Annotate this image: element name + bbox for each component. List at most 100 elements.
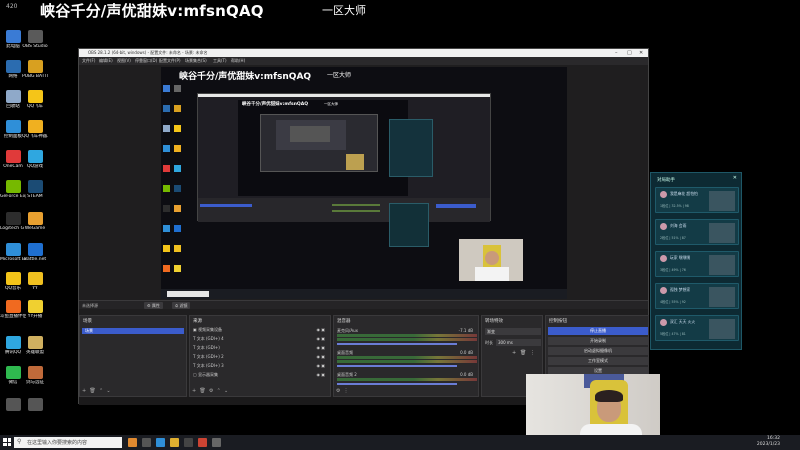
menu-profile[interactable]: 配置文件(P)	[159, 58, 181, 64]
desktop-icon[interactable]: QQ飞车神器工具	[22, 120, 48, 139]
assistant-card[interactable]: 玩家 嘿嘿嘿 3段位 | 49% | 76	[655, 251, 739, 277]
visibility-icon[interactable]: ◉ ▣	[316, 354, 325, 360]
chevron-down-icon[interactable]: ⌄	[224, 388, 228, 394]
chevron-down-icon[interactable]: ⌄	[106, 388, 110, 394]
source-item[interactable]: ▣ 视频采集设备 ◉ ▣	[193, 327, 329, 333]
close-icon[interactable]: ✕	[733, 175, 737, 181]
assistant-card[interactable]: 孤独 梦想家 4段位 | 55% | 92	[655, 283, 739, 309]
app-icon	[27, 336, 43, 349]
chevron-up-icon[interactable]: ⌃	[99, 388, 103, 394]
menu-view[interactable]: 视图(V)	[117, 58, 131, 64]
source-item[interactable]: T 文本 (GDI+) 3 ◉ ▣	[193, 363, 329, 369]
source-item[interactable]: ▢ 显示器采集 ◉ ▣	[193, 372, 329, 378]
menu-tools[interactable]: 工具(T)	[213, 58, 227, 64]
add-icon[interactable]: +	[512, 350, 516, 356]
obs-preview[interactable]: 峡谷千分/声优甜妹v:mfsnQAQ 一区大师 峡谷千分/声优甜妹v:mfsnQ…	[161, 67, 567, 299]
desktop-icon[interactable]: YY	[22, 272, 48, 291]
scene-item-0[interactable]: 场景	[82, 328, 184, 334]
desktop-icon[interactable]: 剑与远征	[22, 366, 48, 385]
trash-icon[interactable]: 🗑	[199, 388, 205, 394]
assistant-card[interactable]: 我是麻花 超怕怕 1段位 | 32.5% | 98	[655, 187, 739, 213]
add-icon[interactable]: +	[82, 388, 86, 394]
obs-window[interactable]: OBS 28.1.2 (64-bit, windows) - 配置文件: 未命名…	[78, 48, 649, 405]
maximize-icon[interactable]: □	[627, 50, 632, 56]
visibility-icon[interactable]: ◉ ▣	[316, 336, 325, 342]
gear-icon[interactable]: ⚙	[209, 388, 213, 394]
app-icon	[27, 120, 43, 133]
app-icon[interactable]	[212, 438, 221, 447]
gear-icon: ⚙	[147, 303, 151, 308]
chevron-up-icon[interactable]: ⌃	[217, 388, 221, 394]
source-item[interactable]: T 文本 (GDI+) 2 ◉ ▣	[193, 354, 329, 360]
desktop-icon[interactable]	[22, 398, 48, 412]
gear-icon[interactable]: ⚙	[336, 388, 340, 394]
add-icon[interactable]: +	[192, 388, 196, 394]
app-icon	[27, 150, 43, 163]
source-item[interactable]: T 文本 (GDI+) ◉ ▣	[193, 345, 329, 351]
volume-slider[interactable]	[337, 383, 457, 385]
app-icon	[5, 398, 21, 411]
app-icon[interactable]	[128, 438, 137, 447]
trash-icon[interactable]: 🗑	[520, 350, 526, 356]
transition-type-select[interactable]: 渐变	[485, 328, 541, 335]
duration-input[interactable]: 300 ms	[496, 339, 541, 346]
assistant-card[interactable]: 双汇 天天 火火 5段位 | 47% | 81	[655, 315, 739, 341]
source-item[interactable]: T 文本 (GDI+) 4 ◉ ▣	[193, 336, 329, 342]
more-icon[interactable]: ⋮	[530, 350, 535, 356]
desktop-icon[interactable]: WeGame	[22, 212, 48, 231]
folder-icon[interactable]	[170, 438, 179, 447]
assistant-card[interactable]: 刘海 会雨 2段位 | 51% | 87	[655, 219, 739, 245]
scenes-toolbar: + 🗑 ⌃ ⌄	[82, 388, 111, 394]
start-recording-button[interactable]: 开始录制	[548, 337, 648, 345]
visibility-icon[interactable]: ◉ ▣	[316, 372, 325, 378]
taskbar-clock[interactable]: 16:32 2023/1/23	[757, 436, 780, 448]
menu-file[interactable]: 文件(F)	[82, 58, 95, 64]
studio-mode-button[interactable]: 工作室模式	[548, 357, 648, 365]
taskbar-search[interactable]: ⚲ 在这里输入你要搜索的内容	[14, 437, 122, 448]
edge-icon[interactable]	[156, 438, 165, 447]
desktop-icon-label: PUBG BATTLEGR...	[22, 74, 48, 79]
visibility-icon[interactable]: ◉ ▣	[316, 363, 325, 369]
desktop-icon[interactable]: Battle.net	[22, 243, 48, 262]
windows-start-icon[interactable]	[3, 438, 11, 446]
menu-help[interactable]: 帮助(H)	[231, 58, 245, 64]
task-view-icon[interactable]	[142, 438, 151, 447]
app-icon	[27, 366, 43, 379]
nested-desktop-icon	[174, 205, 181, 212]
app-icon[interactable]	[198, 438, 207, 447]
desktop-icon[interactable]: QQ飞车	[22, 90, 48, 109]
filters-button[interactable]: ⛭ 滤镜	[172, 302, 191, 309]
virtual-camera-button[interactable]: 启动虚拟摄像机	[548, 347, 648, 355]
obs-titlebar[interactable]: OBS 28.1.2 (64-bit, windows) - 配置文件: 未命名…	[79, 49, 648, 57]
obs-icon[interactable]	[184, 438, 193, 447]
minimize-icon[interactable]: –	[615, 50, 618, 56]
visibility-icon[interactable]: ◉ ▣	[316, 345, 325, 351]
mixer-channel-name: 桌面音频	[337, 350, 353, 355]
volume-slider[interactable]	[337, 343, 457, 345]
source-item-label: 文本 (GDI+)	[196, 345, 220, 350]
desktop-icon-label: WeGame	[24, 226, 46, 231]
match-assistant-panel[interactable]: 对局助手 ✕ 我是麻花 超怕怕 1段位 | 32.5% | 98 刘海 会雨 2段位 …	[650, 172, 742, 350]
menu-docks[interactable]: 停靠窗口(D)	[135, 58, 157, 64]
nested-desktop-icon	[174, 165, 181, 172]
desktop-icon[interactable]: OBS Studio	[22, 30, 48, 49]
menu-scene-collection[interactable]: 场景集合(S)	[185, 58, 207, 64]
app-icon	[27, 90, 43, 103]
close-icon[interactable]: ✕	[639, 50, 643, 56]
menu-edit[interactable]: 编辑(E)	[99, 58, 113, 64]
more-icon[interactable]: ⋮	[344, 388, 349, 394]
preview-overlay-subtitle: 一区大师	[327, 72, 352, 79]
desktop-icon[interactable]: PUBG BATTLEGR...	[22, 60, 48, 79]
desktop-icon[interactable]: STEAM	[22, 180, 48, 199]
stop-streaming-button[interactable]: 停止直播	[548, 327, 648, 335]
desktop-icon[interactable]: YY开播	[22, 300, 48, 319]
app-icon	[27, 212, 43, 225]
desktop-icon[interactable]: QQ游戏	[22, 150, 48, 169]
volume-slider[interactable]	[337, 365, 457, 367]
desktop-icon[interactable]: 英雄联盟	[22, 336, 48, 355]
nested-desktop-icon	[163, 85, 170, 92]
visibility-icon[interactable]: ◉ ▣	[316, 327, 325, 333]
trash-icon[interactable]: 🗑	[89, 388, 95, 394]
properties-button[interactable]: ⚙ 属性	[144, 302, 163, 309]
nested-desktop-icon	[174, 265, 181, 272]
